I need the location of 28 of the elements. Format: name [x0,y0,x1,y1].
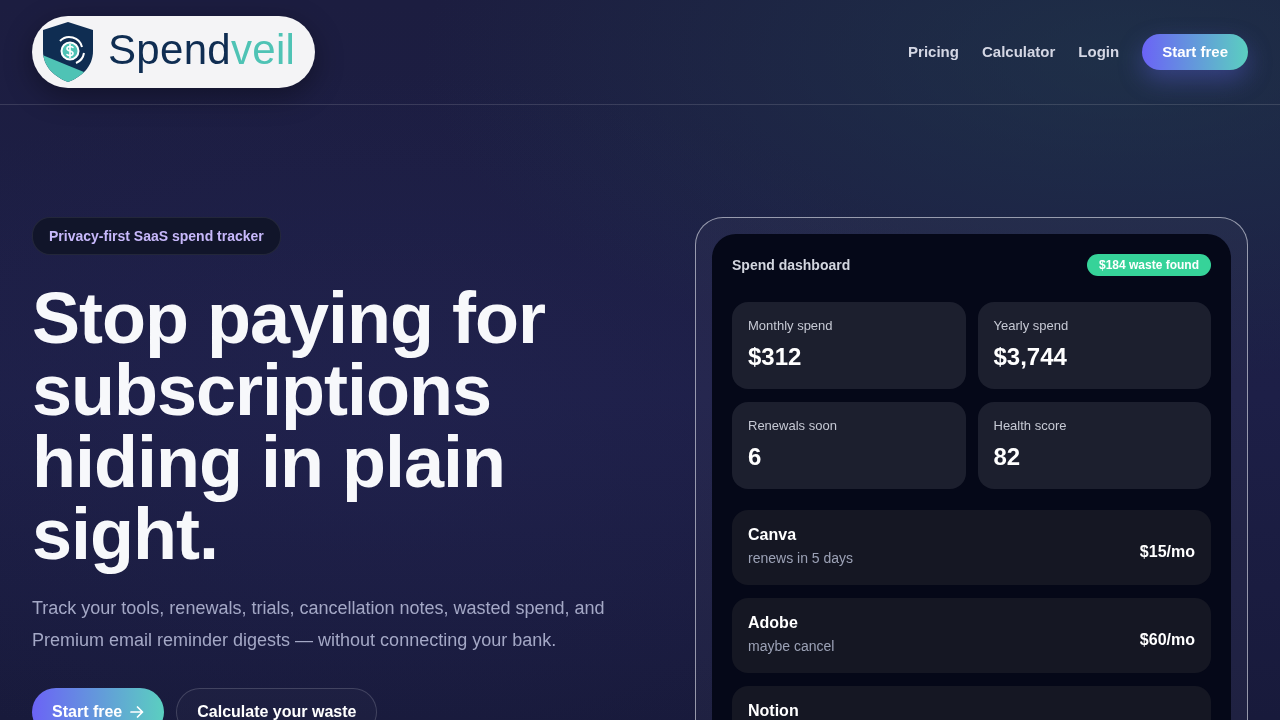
hero-description: Track your tools, renewals, trials, cancellation notes, wasted spend, and Premium email reminder digests — without connecting your bank. [32,597,606,652]
subscription-name: Notion [748,703,799,719]
stat-label: Health score [993,418,1068,434]
stat-label: Renewals soon [748,418,838,434]
shield-icon [40,21,96,83]
subscription-price: $60/mo [1139,630,1195,650]
stat-label: Yearly spend [993,318,1070,334]
subscription-name: Canva [748,527,798,543]
brand-wordmark: Spendveil [107,29,297,75]
waste-badge: $184 waste found [1086,254,1211,276]
nav-link[interactable]: Login [1078,40,1120,64]
stat-value: $312 [748,342,803,372]
stat-label: Monthly spend [748,318,834,334]
nav-link[interactable]: Pricing [908,40,959,64]
stat-value: 6 [748,442,763,472]
stat-value: 82 [993,442,1022,472]
subscription-note: maybe cancel [748,637,835,656]
subscription-price: $15/mo [1139,542,1195,562]
subscription-name: Adobe [748,615,799,631]
nav-link[interactable]: Calculator [981,40,1056,64]
arrow-right-icon [130,705,145,719]
subscription-note: renews in 5 days [748,549,854,568]
calculate-waste-button[interactable]: Calculate your waste [176,688,378,720]
brand-logo[interactable]: Spendveil [32,16,316,88]
start-free-button[interactable]: Start free [32,688,165,720]
tagline-badge: Privacy-first SaaS spend tracker [32,217,281,255]
stat-value: $3,744 [993,342,1068,372]
dashboard-title: Spend dashboard [732,255,851,275]
